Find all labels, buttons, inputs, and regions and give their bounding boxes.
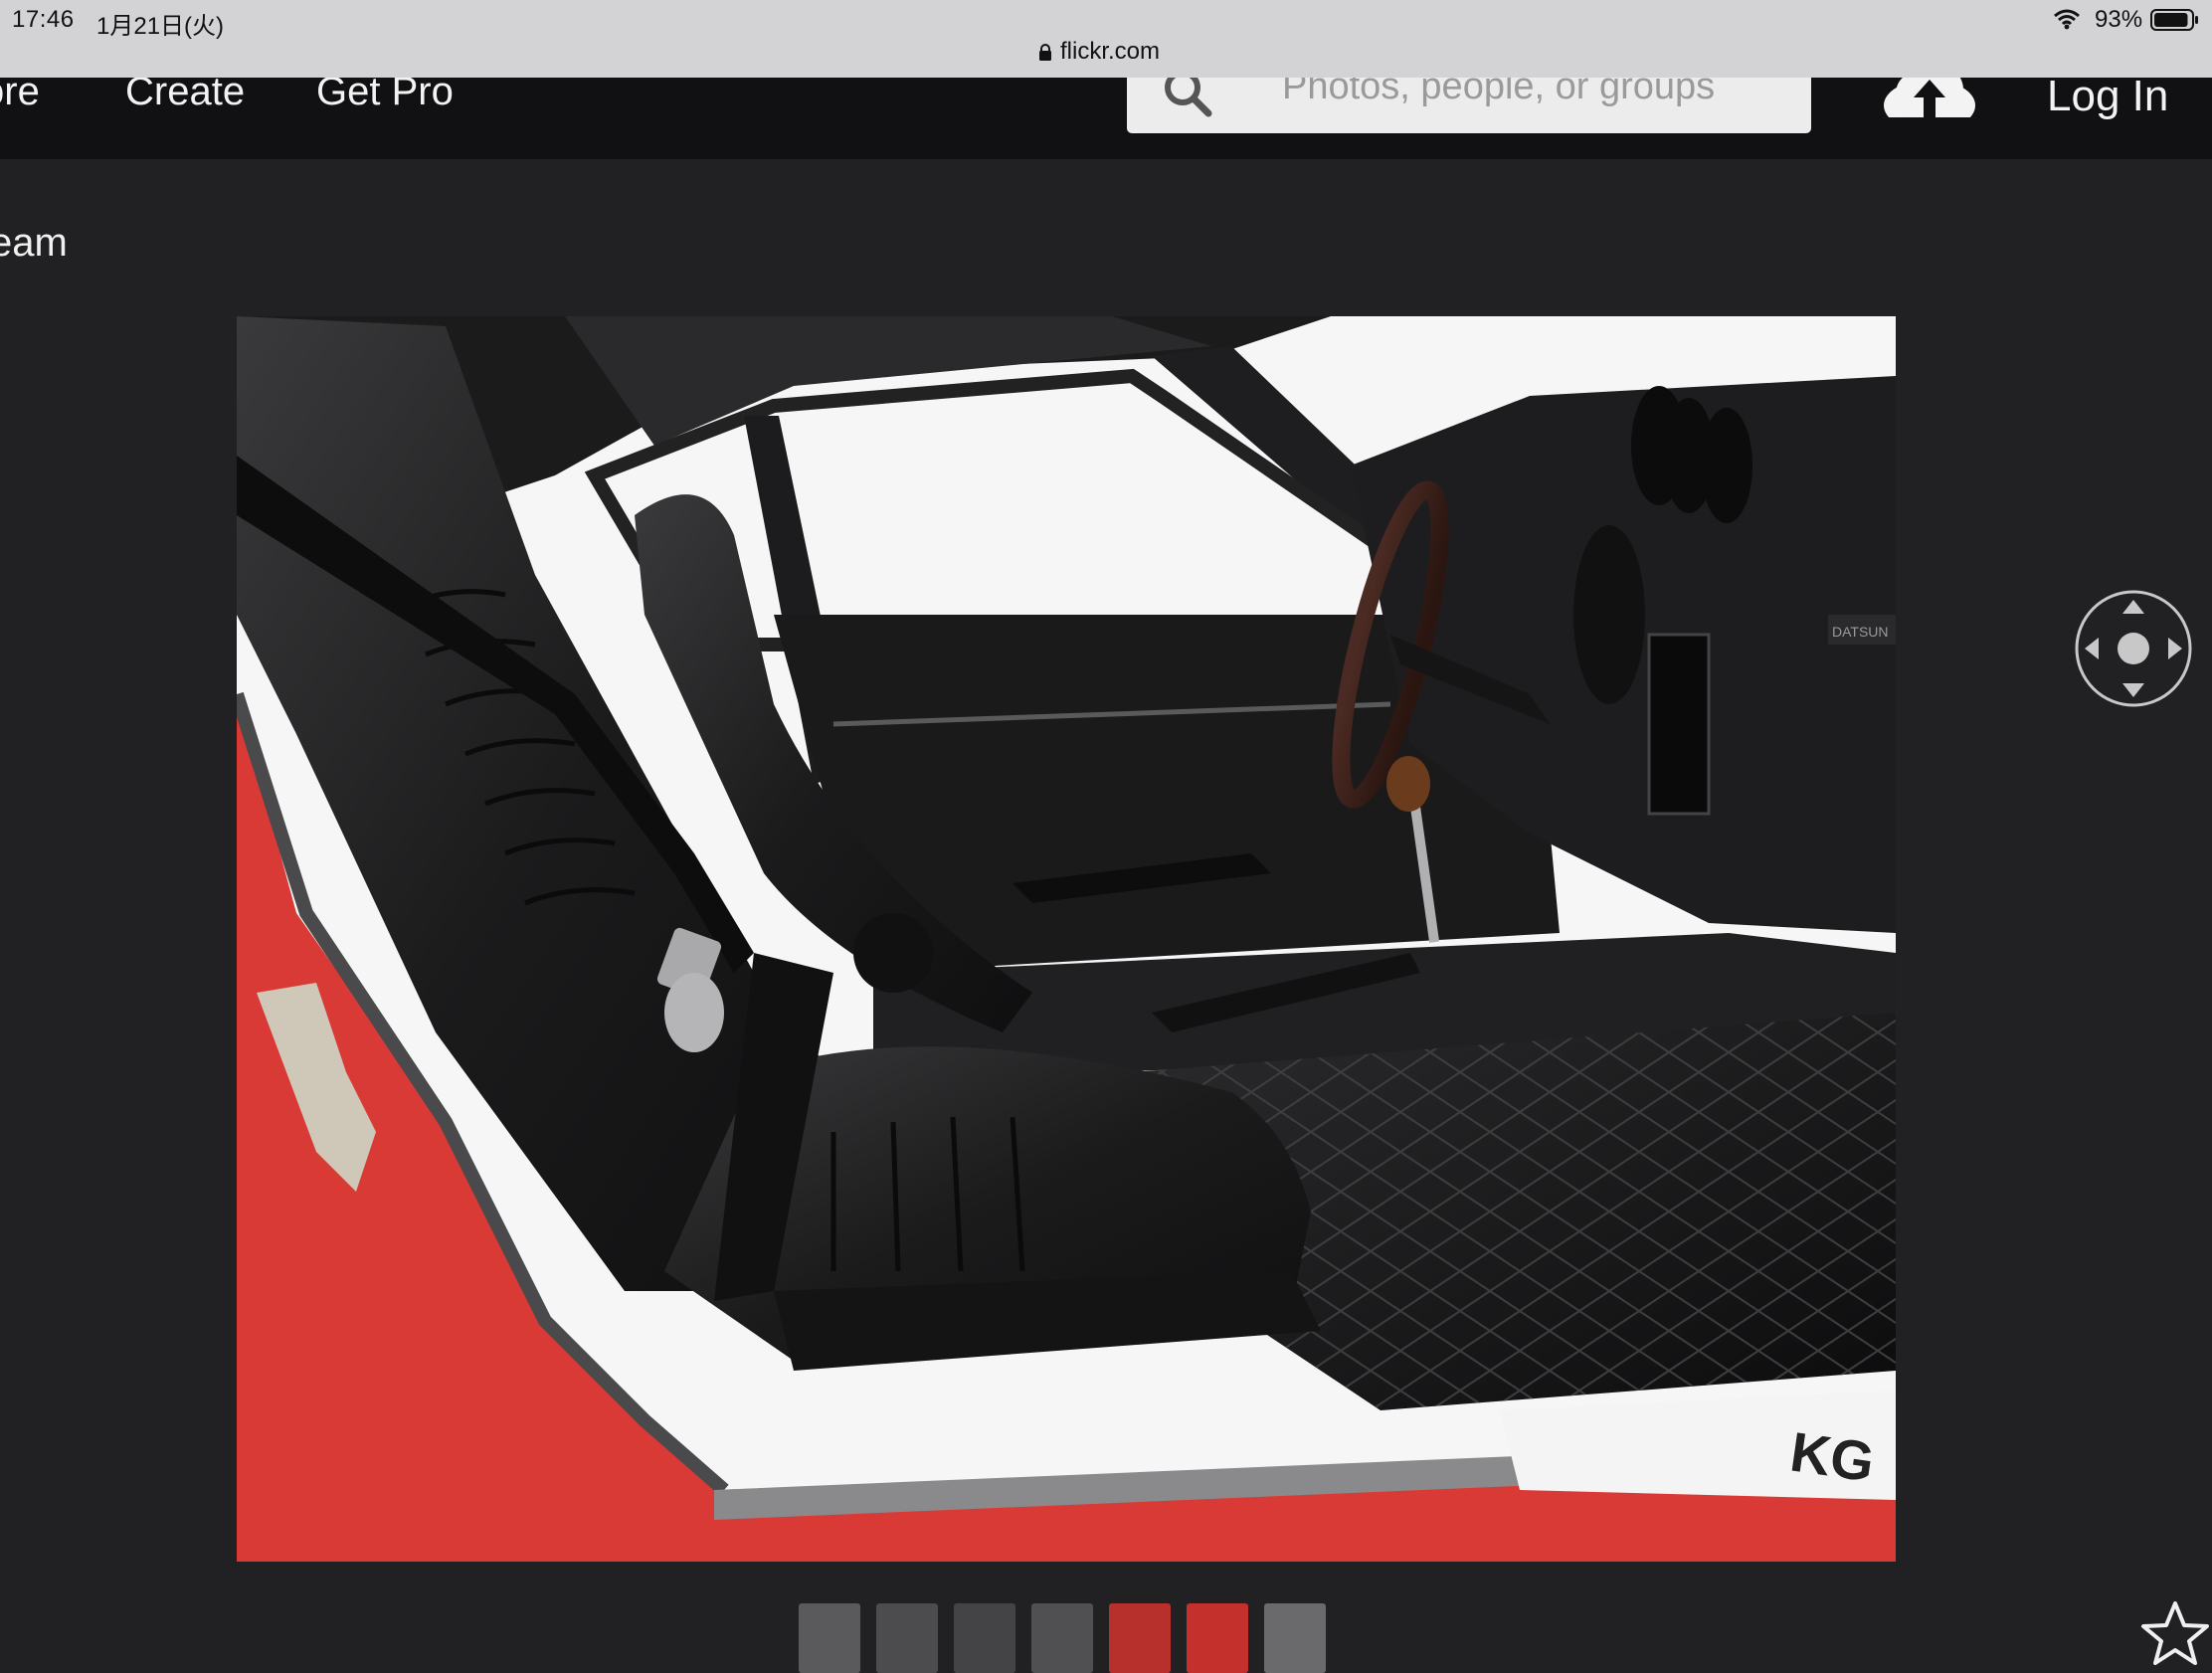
url-text: flickr.com (1060, 38, 1161, 65)
battery-percent: 93% (2095, 6, 2143, 33)
photo-thumbnail[interactable] (799, 1603, 860, 1673)
search-placeholder: Photos, people, or groups (1282, 78, 1716, 107)
photo-thumbnail[interactable] (954, 1603, 1015, 1673)
nav-get-pro[interactable]: Get Pro (316, 78, 454, 111)
wifi-icon (2054, 9, 2080, 30)
main-photo[interactable]: DATSUN KG (237, 316, 1896, 1562)
svg-text:DATSUN: DATSUN (1832, 624, 1889, 640)
address-bar[interactable]: flickr.com (1038, 38, 1160, 66)
photo-thumbnail[interactable] (1031, 1603, 1093, 1673)
photo-thumbnail[interactable] (876, 1603, 938, 1673)
back-to-photostream[interactable]: eam (0, 221, 68, 266)
star-icon[interactable] (2140, 1599, 2210, 1665)
photo-thumbnail[interactable] (1187, 1603, 1248, 1673)
thumbnail-strip (799, 1603, 1326, 1673)
battery-icon (2150, 9, 2198, 31)
top-nav: ore Create Get Pro Photos, people, or gr… (0, 78, 2212, 159)
status-bar: 17:46 1月21日(火) flickr.com 93% (0, 0, 2212, 78)
photo-thumbnail[interactable] (1264, 1603, 1326, 1673)
nav-explore[interactable]: ore (0, 78, 40, 111)
search-input[interactable]: Photos, people, or groups (1127, 78, 1811, 133)
nav-create[interactable]: Create (125, 78, 245, 111)
svg-text:KG: KG (1786, 1419, 1878, 1493)
status-date: 1月21日(火) (96, 13, 225, 40)
lock-icon (1039, 43, 1051, 61)
photo-thumbnail[interactable] (1109, 1603, 1171, 1673)
upload-icon[interactable] (1880, 78, 1979, 117)
login-link[interactable]: Log In (2047, 78, 2168, 121)
status-time: 17:46 (12, 6, 75, 33)
search-icon[interactable] (1161, 78, 1216, 121)
pan-control-icon[interactable] (2073, 588, 2194, 709)
